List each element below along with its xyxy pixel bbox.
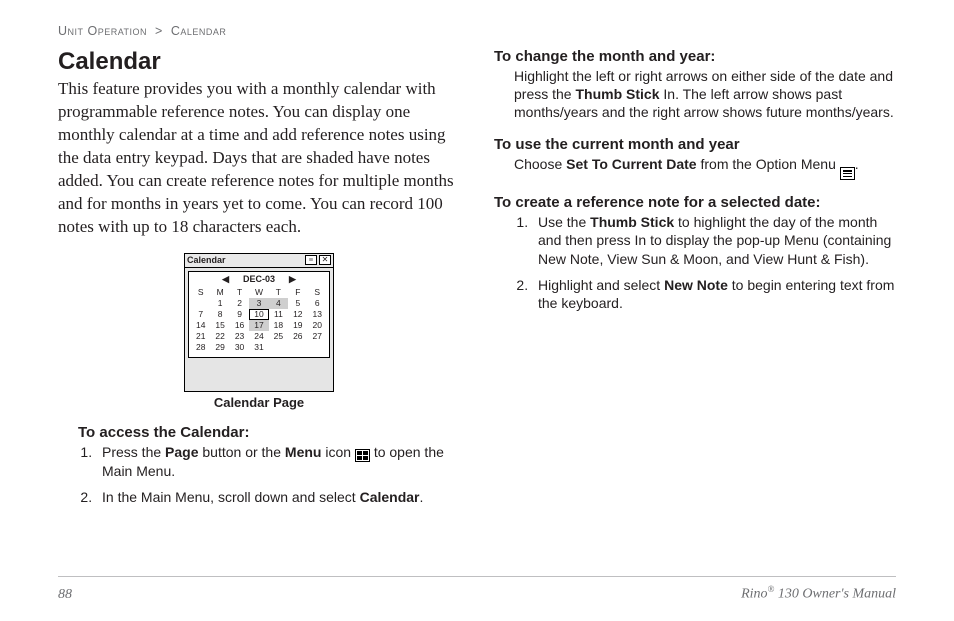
day-cell: 12 <box>288 309 307 320</box>
access-step-1: Press the Page button or the Menu icon t… <box>96 443 460 480</box>
breadcrumb-sep: > <box>151 24 167 38</box>
day-cell: 3 <box>249 298 268 309</box>
create-note-step-2: Highlight and select New Note to begin e… <box>532 276 896 312</box>
breadcrumb: Unit Operation > Calendar <box>58 24 896 38</box>
day-cell: 17 <box>249 320 268 331</box>
day-cell: 9 <box>230 309 249 320</box>
breadcrumb-page: Calendar <box>171 24 227 38</box>
day-cell <box>288 342 307 353</box>
dow-cell: T <box>269 287 288 298</box>
day-cell: 30 <box>230 342 249 353</box>
breadcrumb-section: Unit Operation <box>58 24 147 38</box>
day-cell: 5 <box>288 298 307 309</box>
heading-change-month-year: To change the month and year: <box>494 48 896 65</box>
day-cell <box>269 342 288 353</box>
figure-caption: Calendar Page <box>58 395 460 410</box>
main-menu-icon <box>355 449 370 462</box>
dow-cell: T <box>230 287 249 298</box>
day-cell <box>191 298 210 309</box>
window-title: Calendar <box>187 255 226 265</box>
day-cell: 11 <box>269 309 288 320</box>
footer-rule <box>58 576 896 577</box>
day-cell: 14 <box>191 320 210 331</box>
day-cell: 22 <box>210 331 229 342</box>
day-cell: 16 <box>230 320 249 331</box>
day-cell: 13 <box>308 309 327 320</box>
page-number: 88 <box>58 587 72 603</box>
dow-cell: M <box>210 287 229 298</box>
day-cell: 29 <box>210 342 229 353</box>
use-current-body: Choose Set To Current Date from the Opti… <box>494 155 896 181</box>
calendar-grid: SMTWTFS 12345678910111213141516171819202… <box>191 287 327 353</box>
dow-cell: S <box>191 287 210 298</box>
day-cell: 4 <box>269 298 288 309</box>
day-cell: 7 <box>191 309 210 320</box>
day-cell: 24 <box>249 331 268 342</box>
day-cell: 28 <box>191 342 210 353</box>
day-cell: 19 <box>288 320 307 331</box>
day-cell: 27 <box>308 331 327 342</box>
dow-cell: F <box>288 287 307 298</box>
month-label: DEC-03 <box>243 274 275 284</box>
manual-title: Rino® 130 Owner's Manual <box>741 584 896 603</box>
heading-access-calendar: To access the Calendar: <box>78 424 460 441</box>
window-menu-icon: ≡ <box>305 255 317 265</box>
figure-calendar-page: Calendar ≡ ✕ ◀ DEC-03 ▶ <box>58 253 460 410</box>
create-note-step-1: Use the Thumb Stick to highlight the day… <box>532 213 896 268</box>
page-title: Calendar <box>58 48 460 76</box>
day-cell: 31 <box>249 342 268 353</box>
day-cell: 26 <box>288 331 307 342</box>
day-cell: 6 <box>308 298 327 309</box>
prev-month-arrow-icon: ◀ <box>222 274 229 285</box>
next-month-arrow-icon: ▶ <box>289 274 296 285</box>
change-month-year-body: Highlight the left or right arrows on ei… <box>494 67 896 122</box>
heading-use-current: To use the current month and year <box>494 136 896 153</box>
day-cell: 8 <box>210 309 229 320</box>
day-cell: 20 <box>308 320 327 331</box>
intro-paragraph: This feature provides you with a monthly… <box>58 78 460 239</box>
window-close-icon: ✕ <box>319 255 331 265</box>
day-cell: 23 <box>230 331 249 342</box>
day-cell: 21 <box>191 331 210 342</box>
day-cell: 1 <box>210 298 229 309</box>
day-cell: 18 <box>269 320 288 331</box>
dow-cell: W <box>249 287 268 298</box>
day-cell: 10 <box>249 309 268 320</box>
dow-cell: S <box>308 287 327 298</box>
day-cell <box>308 342 327 353</box>
option-menu-icon <box>840 167 855 180</box>
calendar-window: Calendar ≡ ✕ ◀ DEC-03 ▶ <box>184 253 334 392</box>
heading-create-note: To create a reference note for a selecte… <box>494 194 896 211</box>
day-cell: 25 <box>269 331 288 342</box>
day-cell: 2 <box>230 298 249 309</box>
access-step-2: In the Main Menu, scroll down and select… <box>96 488 460 506</box>
day-cell: 15 <box>210 320 229 331</box>
